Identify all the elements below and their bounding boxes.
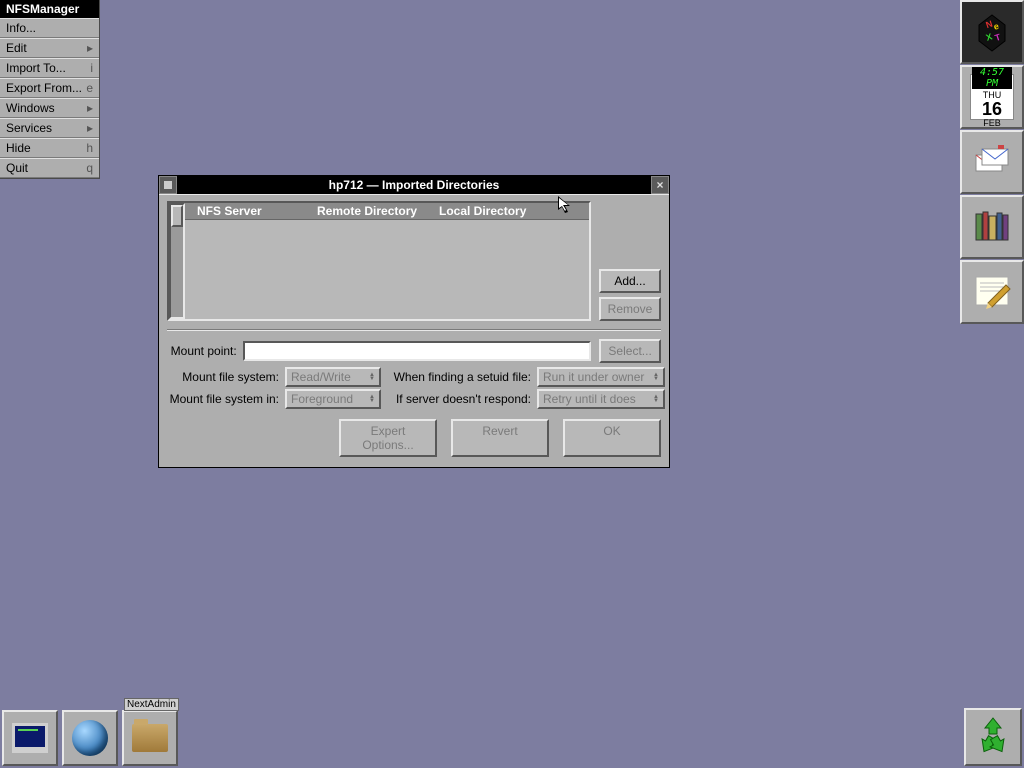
norespond-pulldown[interactable]: Retry until it does ▲▼ — [537, 389, 665, 409]
menu-item-export[interactable]: Export From... e — [0, 78, 99, 98]
window-title: hp712 — Imported Directories — [177, 178, 651, 192]
expert-options-button[interactable]: Expert Options... — [339, 419, 437, 457]
calendar-icon: 4:57 PM THU 16 FEB — [970, 74, 1014, 120]
menu-item-edit[interactable]: Edit ▸ — [0, 38, 99, 58]
shelf: NextAdmin — [2, 710, 178, 766]
menu-item-label: Info... — [6, 21, 36, 35]
titlebar[interactable]: hp712 — Imported Directories × — [159, 176, 669, 194]
app-menu: NFSManager Info... Edit ▸ Import To... i… — [0, 0, 100, 179]
menu-item-label: Hide — [6, 141, 31, 155]
menu-item-hide[interactable]: Hide h — [0, 138, 99, 158]
menu-item-shortcut: e — [86, 81, 93, 95]
folder-icon — [132, 724, 168, 752]
menu-item-shortcut: h — [86, 141, 93, 155]
mountfs-label: Mount file system: — [167, 370, 285, 384]
app-menu-title: NFSManager — [0, 0, 99, 18]
mountfs-pulldown[interactable]: Read/Write ▲▼ — [285, 367, 381, 387]
col-remote-dir: Remote Directory — [309, 204, 431, 218]
note-icon — [970, 269, 1014, 316]
menu-item-label: Windows — [6, 101, 55, 115]
norespond-label: If server doesn't respond: — [389, 392, 537, 406]
mountfs-value: Read/Write — [291, 370, 351, 384]
shelf-tile-workspace[interactable] — [62, 710, 118, 766]
mountpoint-label: Mount point: — [167, 344, 243, 358]
shelf-tile-terminal[interactable] — [2, 710, 58, 766]
imported-directories-window: hp712 — Imported Directories × NFS Serve… — [158, 175, 670, 468]
mountfsin-pulldown[interactable]: Foreground ▲▼ — [285, 389, 381, 409]
globe-icon — [72, 720, 108, 756]
list-scrollbar[interactable] — [169, 203, 185, 319]
setuid-value: Run it under owner — [543, 370, 644, 384]
menu-item-windows[interactable]: Windows ▸ — [0, 98, 99, 118]
window-body: NFS Server Remote Directory Local Direct… — [159, 194, 669, 467]
menu-item-label: Quit — [6, 161, 28, 175]
menu-item-services[interactable]: Services ▸ — [0, 118, 99, 138]
close-button[interactable]: × — [651, 176, 669, 194]
menu-item-label: Export From... — [6, 81, 82, 95]
col-local-dir: Local Directory — [431, 204, 534, 218]
clock-dow: THU — [971, 90, 1013, 100]
setuid-label: When finding a setuid file: — [389, 370, 537, 384]
clock-month: FEB — [971, 118, 1013, 128]
menu-item-label: Edit — [6, 41, 27, 55]
recycle-icon — [971, 714, 1015, 761]
dock-tile-library[interactable] — [960, 195, 1024, 259]
submenu-arrow-icon: ▸ — [87, 41, 93, 55]
shelf-tile-nextadmin[interactable]: NextAdmin — [122, 710, 178, 766]
pulldown-arrow-icon: ▲▼ — [653, 373, 659, 381]
remove-button[interactable]: Remove — [599, 297, 661, 321]
shelf-tile-label: NextAdmin — [124, 698, 179, 711]
pulldown-arrow-icon: ▲▼ — [369, 395, 375, 403]
close-icon: × — [656, 178, 663, 192]
dock: N e X T 4:57 PM THU 16 FEB — [960, 0, 1024, 325]
menu-item-shortcut: i — [90, 61, 93, 75]
pulldown-arrow-icon: ▲▼ — [653, 395, 659, 403]
menu-item-info[interactable]: Info... — [0, 18, 99, 38]
books-icon — [970, 204, 1014, 251]
mail-icon — [970, 139, 1014, 186]
directory-list[interactable]: NFS Server Remote Directory Local Direct… — [167, 201, 591, 321]
terminal-icon — [12, 723, 48, 753]
dock-tile-clock[interactable]: 4:57 PM THU 16 FEB — [960, 65, 1024, 129]
miniaturize-icon — [164, 181, 172, 189]
clock-day: 16 — [971, 100, 1013, 118]
select-button[interactable]: Select... — [599, 339, 661, 363]
menu-item-label: Import To... — [6, 61, 66, 75]
mountfsin-value: Foreground — [291, 392, 353, 406]
submenu-arrow-icon: ▸ — [87, 101, 93, 115]
miniaturize-button[interactable] — [159, 176, 177, 194]
clock-time: 4:57 PM — [972, 67, 1012, 89]
list-header: NFS Server Remote Directory Local Direct… — [185, 203, 589, 220]
separator — [167, 329, 661, 331]
menu-item-shortcut: q — [86, 161, 93, 175]
scrollbar-thumb[interactable] — [171, 205, 183, 227]
setuid-pulldown[interactable]: Run it under owner ▲▼ — [537, 367, 665, 387]
ok-button[interactable]: OK — [563, 419, 661, 457]
mountpoint-input[interactable] — [243, 341, 592, 361]
norespond-value: Retry until it does — [543, 392, 636, 406]
dock-tile-next[interactable]: N e X T — [960, 0, 1024, 64]
add-button[interactable]: Add... — [599, 269, 661, 293]
revert-button[interactable]: Revert — [451, 419, 549, 457]
recycler-tile[interactable] — [964, 708, 1022, 766]
next-logo-icon: N e X T — [969, 9, 1015, 55]
menu-item-import[interactable]: Import To... i — [0, 58, 99, 78]
menu-item-quit[interactable]: Quit q — [0, 158, 99, 178]
col-nfs-server: NFS Server — [189, 204, 309, 218]
pulldown-arrow-icon: ▲▼ — [369, 373, 375, 381]
submenu-arrow-icon: ▸ — [87, 121, 93, 135]
dock-tile-mail[interactable] — [960, 130, 1024, 194]
mountfsin-label: Mount file system in: — [167, 392, 285, 406]
menu-item-label: Services — [6, 121, 52, 135]
dock-tile-edit[interactable] — [960, 260, 1024, 324]
